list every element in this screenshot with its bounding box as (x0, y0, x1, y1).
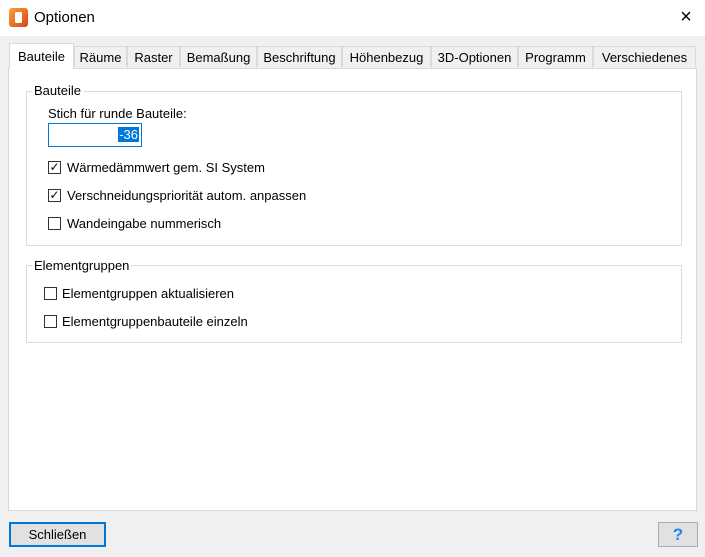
checkbox-label: Elementgruppen aktualisieren (62, 286, 234, 301)
app-icon (9, 8, 28, 27)
stich-label: Stich für runde Bauteile: (48, 106, 187, 121)
tab-raster[interactable]: Raster (127, 46, 180, 67)
tab-hoehenbezug[interactable]: Höhenbezug (342, 46, 431, 67)
close-icon[interactable]: × (672, 4, 700, 30)
group-elementgruppen (26, 265, 682, 343)
stich-input[interactable]: -36 (48, 123, 142, 147)
tab-bemassung[interactable]: Bemaßung (180, 46, 257, 67)
checkbox-label: Elementgruppenbauteile einzeln (62, 314, 248, 329)
tab-raeume[interactable]: Räume (74, 46, 127, 67)
checkbox-waermedaemmwert[interactable]: ✓ (48, 161, 61, 174)
checkbox-verschneidungsprioritaet[interactable]: ✓ (48, 189, 61, 202)
checkbox-elementgruppenbauteile-einzeln[interactable] (44, 315, 57, 328)
group-elementgruppen-legend: Elementgruppen (32, 258, 132, 273)
help-button[interactable]: ? (658, 522, 698, 547)
checkbox-label: Verschneidungspriorität autom. anpassen (67, 188, 307, 203)
checkbox-wandeingabe[interactable] (48, 217, 61, 230)
tab-beschriftung[interactable]: Beschriftung (257, 46, 342, 67)
checkbox-label: Wandeingabe nummerisch (67, 216, 222, 231)
tab-programm[interactable]: Programm (518, 46, 593, 67)
window-title: Optionen (34, 9, 95, 26)
checkbox-elementgruppen-aktualisieren[interactable] (44, 287, 57, 300)
close-button[interactable]: Schließen (9, 522, 106, 547)
stich-value: -36 (118, 127, 139, 142)
title-bar: Optionen × (0, 0, 705, 36)
tab-verschiedenes[interactable]: Verschiedenes (593, 46, 696, 67)
checkbox-label: Wärmedämmwert gem. SI System (67, 160, 265, 175)
group-bauteile-legend: Bauteile (32, 83, 83, 98)
tab-3d-optionen[interactable]: 3D-Optionen (431, 46, 518, 67)
tab-bauteile[interactable]: Bauteile (9, 43, 74, 69)
